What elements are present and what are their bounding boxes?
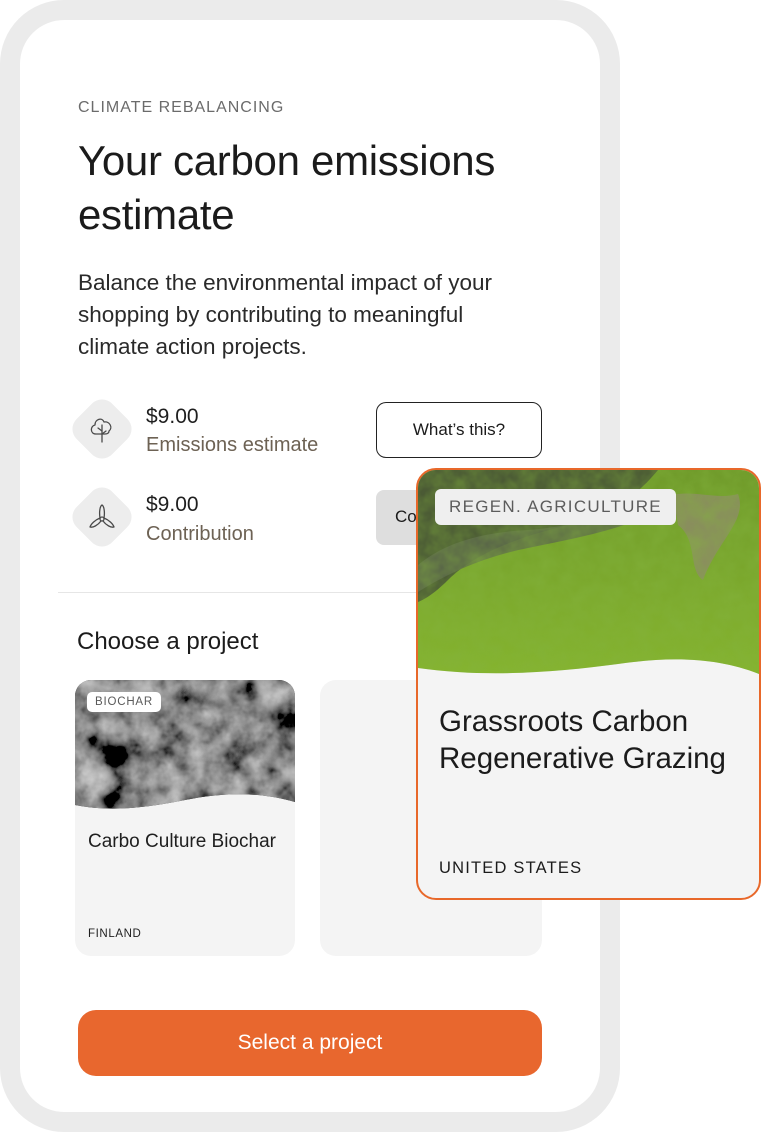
section-eyebrow: CLIMATE REBALANCING <box>78 99 285 116</box>
project-country: FINLAND <box>88 928 142 940</box>
featured-project-tag: REGEN. AGRICULTURE <box>435 489 676 525</box>
contribution-amount: $9.00 <box>146 493 199 516</box>
emissions-label: Emissions estimate <box>146 434 319 456</box>
propeller-icon <box>69 484 135 550</box>
project-title: Carbo Culture Biochar <box>88 831 276 852</box>
featured-project-country: UNITED STATES <box>439 859 583 877</box>
tree-icon <box>69 396 135 462</box>
featured-project-title: Grassroots Carbon Regenerative Grazing <box>439 705 726 775</box>
page-title: Your carbon emissions estimate <box>78 137 496 238</box>
choose-project-heading: Choose a project <box>77 628 259 655</box>
page-description: Balance the environmental impact of your… <box>78 270 492 359</box>
project-card-biochar[interactable]: BIOCHAR Carbo Culture Biochar FINLAND <box>75 680 295 956</box>
featured-project-card[interactable]: REGEN. AGRICULTURE Grassroots Carbon Reg… <box>416 468 761 900</box>
whats-this-button[interactable]: What’s this? <box>376 402 542 458</box>
emissions-amount: $9.00 <box>146 405 199 428</box>
project-tag: BIOCHAR <box>87 692 161 712</box>
contribution-label: Contribution <box>146 523 254 545</box>
select-project-button[interactable]: Select a project <box>78 1010 542 1076</box>
